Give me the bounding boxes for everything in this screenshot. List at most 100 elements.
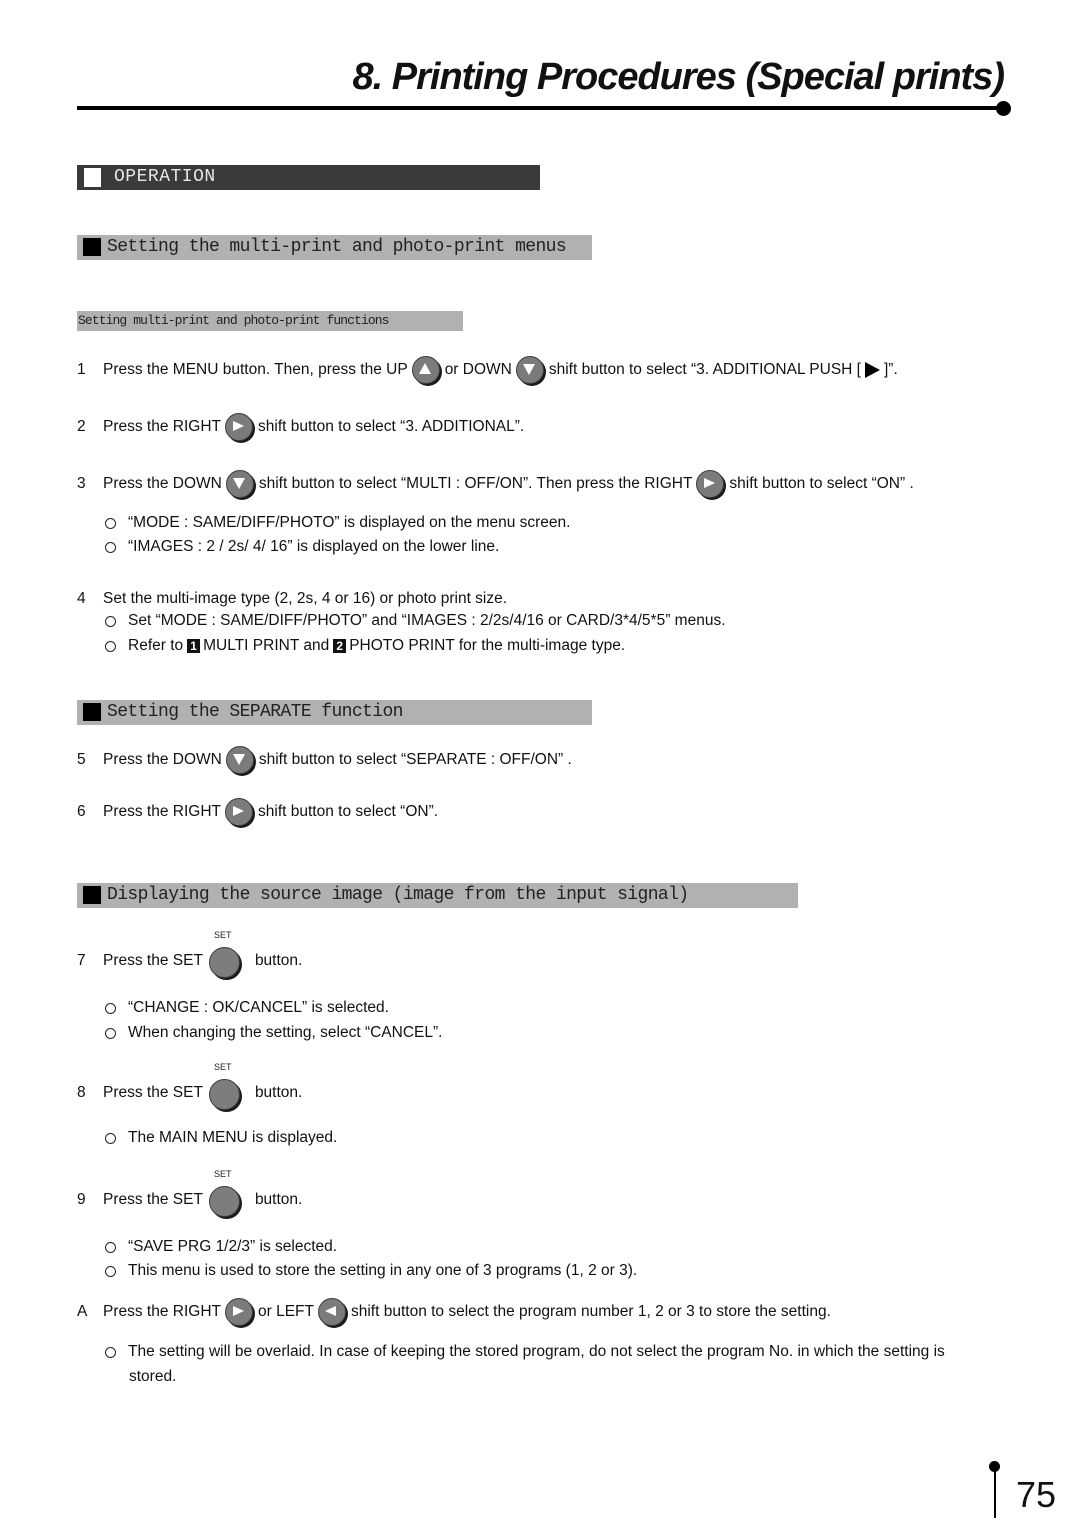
step-text: Press the RIGHT	[103, 1303, 221, 1320]
step-text: Press the SET	[103, 1191, 203, 1208]
bullet-item: The MAIN MENU is displayed.	[105, 1129, 337, 1147]
step-7: 7 Press the SET SET button.	[0, 930, 1080, 978]
bullet-item: “CHANGE : OK/CANCEL” is selected.	[105, 999, 389, 1017]
bullet-text: Set “MODE : SAME/DIFF/PHOTO” and “IMAGES…	[128, 612, 726, 629]
step-2: 2 Press the RIGHT shift button to select…	[0, 413, 1080, 441]
step-number: 4	[77, 590, 86, 607]
header-rule	[77, 106, 1005, 110]
subheading-bar: Setting multi-print and photo-print func…	[77, 311, 463, 331]
black-square-icon	[83, 886, 101, 904]
bullet-item: The setting will be overlaid. In case of…	[105, 1343, 945, 1361]
bullet-text: “MODE : SAME/DIFF/PHOTO” is displayed on…	[128, 514, 571, 531]
down-arrow-button-icon	[225, 470, 254, 498]
circle-bullet-icon	[105, 541, 116, 553]
left-arrow-button-icon	[317, 1298, 346, 1326]
step-text: Press the MENU button. Then, press the U…	[103, 361, 408, 378]
step-number: 1	[77, 361, 86, 378]
circle-bullet-icon	[105, 1027, 116, 1039]
bullet-text: This menu is used to store the setting i…	[128, 1262, 638, 1279]
bullet-continuation: stored.	[129, 1368, 177, 1385]
step-number: 6	[77, 803, 86, 820]
bullet-text: MULTI PRINT and	[203, 637, 330, 654]
bullet-item: Set “MODE : SAME/DIFF/PHOTO” and “IMAGES…	[105, 612, 726, 630]
subheading-text: Setting multi-print and photo-print func…	[78, 313, 389, 328]
bullet-item: Refer to 1 MULTI PRINT and 2 PHOTO PRINT…	[105, 637, 625, 655]
step-text: button.	[254, 952, 303, 969]
step-a: A Press the RIGHT or LEFT shift button t…	[0, 1298, 1080, 1326]
step-number: 2	[77, 418, 86, 435]
circle-bullet-icon	[105, 1241, 116, 1253]
step-text: or DOWN	[444, 361, 512, 378]
bullet-text: “SAVE PRG 1/2/3” is selected.	[128, 1238, 338, 1255]
down-arrow-button-icon	[515, 356, 544, 384]
subsection-title: Setting the SEPARATE function	[107, 702, 403, 722]
step-text: Press the SET	[103, 952, 203, 969]
step-text: Press the DOWN	[103, 475, 222, 492]
step-text: shift button to select “MULTI : OFF/ON”.…	[258, 475, 693, 492]
bullet-item: “MODE : SAME/DIFF/PHOTO” is displayed on…	[105, 514, 570, 532]
bullet-text: The MAIN MENU is displayed.	[128, 1129, 338, 1146]
step-number: 3	[77, 475, 86, 492]
step-number: 9	[77, 1191, 86, 1208]
black-square-icon	[83, 238, 101, 256]
circle-bullet-icon	[105, 640, 116, 652]
circle-bullet-icon	[105, 615, 116, 627]
circle-bullet-icon	[105, 1132, 116, 1144]
bullet-text: Refer to	[128, 637, 184, 654]
page-title: 8. Printing Procedures (Special prints)	[352, 56, 1005, 98]
bullet-item: “SAVE PRG 1/2/3” is selected.	[105, 1238, 337, 1256]
step-text: shift button to select “ON” .	[729, 475, 914, 492]
step-number: 8	[77, 1084, 86, 1101]
step-text: button.	[254, 1084, 303, 1101]
page-number: 75	[1016, 1474, 1057, 1515]
subsection-heading-source-image: Displaying the source image (image from …	[77, 883, 798, 908]
step-text: shift button to select “ON”.	[258, 803, 439, 820]
subsection-heading-multi-print: Setting the multi-print and photo-print …	[77, 235, 592, 260]
step-number: 5	[77, 751, 86, 768]
bullet-item: This menu is used to store the setting i…	[105, 1262, 637, 1280]
subsection-heading-separate: Setting the SEPARATE function	[77, 700, 592, 725]
white-square-icon	[84, 168, 101, 187]
section-number-badge: 1	[187, 639, 201, 653]
step-6: 6 Press the RIGHT shift button to select…	[0, 798, 1080, 826]
step-text: or LEFT	[258, 1303, 314, 1320]
subsection-title: Displaying the source image (image from …	[107, 885, 689, 905]
section-number-badge: 2	[333, 639, 347, 653]
up-arrow-button-icon	[411, 356, 440, 384]
right-arrow-button-icon	[696, 470, 725, 498]
play-triangle-icon	[865, 362, 880, 378]
bullet-text: When changing the setting, select “CANCE…	[128, 1024, 443, 1041]
step-1: 1 Press the MENU button. Then, press the…	[0, 356, 1080, 384]
set-button-icon: SET	[208, 1062, 241, 1110]
bullet-text: “IMAGES : 2 / 2s/ 4/ 16” is displayed on…	[128, 538, 500, 555]
step-text: Press the DOWN	[103, 751, 222, 768]
step-text: shift button to select “3. ADDITIONAL”.	[258, 418, 525, 435]
header-rule-dot	[996, 101, 1011, 116]
down-arrow-button-icon	[225, 746, 254, 774]
step-text: Press the SET	[103, 1084, 203, 1101]
step-5: 5 Press the DOWN shift button to select …	[0, 746, 1080, 774]
black-square-icon	[83, 703, 101, 721]
page-marker-line	[994, 1468, 996, 1518]
circle-bullet-icon	[105, 1002, 116, 1014]
step-9: 9 Press the SET SET button.	[0, 1169, 1080, 1217]
bullet-text: “CHANGE : OK/CANCEL” is selected.	[128, 999, 389, 1016]
subsection-title: Setting the multi-print and photo-print …	[107, 237, 567, 257]
circle-bullet-icon	[105, 517, 116, 529]
step-text: shift button to select the program numbe…	[350, 1303, 831, 1320]
step-3: 3 Press the DOWN shift button to select …	[0, 470, 1080, 498]
step-8: 8 Press the SET SET button.	[0, 1062, 1080, 1110]
section-label: OPERATION	[114, 167, 216, 187]
right-arrow-button-icon	[225, 413, 253, 441]
step-text: button.	[254, 1191, 303, 1208]
right-arrow-button-icon	[225, 1298, 253, 1326]
set-button-icon: SET	[208, 930, 241, 978]
set-button-icon: SET	[208, 1169, 241, 1217]
step-text: Press the RIGHT	[103, 803, 221, 820]
step-text: Press the RIGHT	[103, 418, 221, 435]
bullet-item: “IMAGES : 2 / 2s/ 4/ 16” is displayed on…	[105, 538, 499, 556]
circle-bullet-icon	[105, 1265, 116, 1277]
section-operation-bar: OPERATION	[77, 165, 540, 190]
step-text: Set the multi-image type (2, 2s, 4 or 16…	[103, 590, 508, 607]
set-label: SET	[213, 930, 232, 940]
